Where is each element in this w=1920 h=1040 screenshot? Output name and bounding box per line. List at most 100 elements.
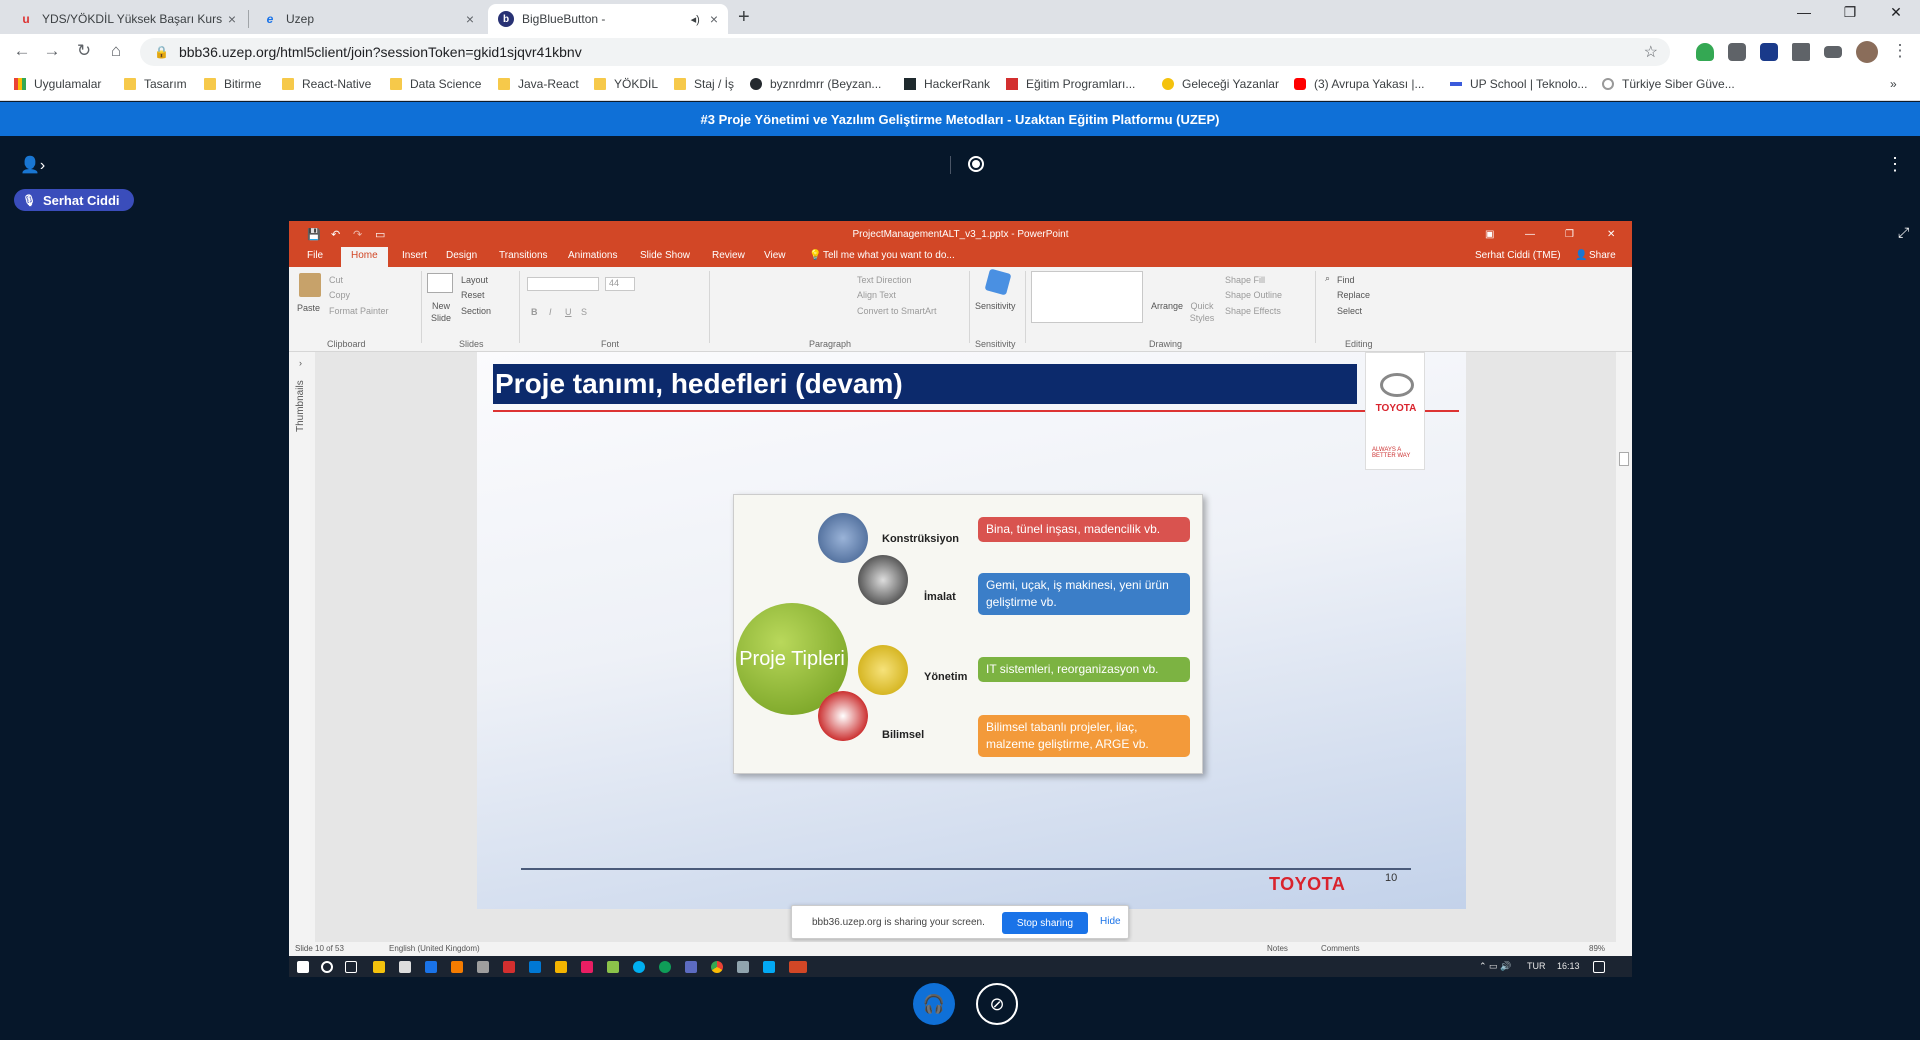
select-button[interactable]: Select [1337,306,1362,316]
home-icon[interactable]: ⌂ [104,41,128,61]
reload-icon[interactable]: ↻ [72,41,96,61]
close-tab-icon[interactable]: × [710,11,718,27]
text-direction-button[interactable]: Text Direction [857,275,912,285]
recording-icon[interactable] [968,156,984,172]
windows-start-icon[interactable] [297,961,309,973]
ie-icon[interactable] [425,961,437,973]
close-window-icon[interactable]: ✕ [1876,4,1916,21]
tab-slide-show[interactable]: Slide Show [640,250,690,261]
sensitivity-icon[interactable] [984,268,1012,296]
slide-title[interactable]: Proje tanımı, hedefleri (devam) [493,364,1357,404]
calendar-extension-icon[interactable] [1760,43,1778,61]
bold-button[interactable]: B [531,307,538,317]
find-button[interactable]: Find [1337,275,1355,285]
forward-icon[interactable]: → [40,41,64,61]
search-icon[interactable] [321,961,333,973]
extensions-puzzle-icon[interactable] [1792,43,1810,61]
paste-icon[interactable] [299,273,321,297]
bookmark-folder[interactable]: React-Native [282,77,371,91]
share-screen-off-button[interactable]: ⊘ [976,983,1018,1025]
bookmark-apps[interactable]: Uygulamalar [14,77,101,91]
new-slide-icon[interactable] [427,273,453,293]
file-explorer-icon[interactable] [373,961,385,973]
tab-animations[interactable]: Animations [568,250,617,261]
format-painter-button[interactable]: Format Painter [329,306,389,316]
bookmark-folder[interactable]: YÖKDİL [594,77,658,91]
new-tab-button[interactable]: + [738,6,750,29]
filezilla-icon[interactable] [503,961,515,973]
app-icon[interactable] [581,961,593,973]
zoom-level[interactable]: 89% [1589,944,1605,953]
close-tab-icon[interactable]: × [466,11,474,27]
audio-headphones-button[interactable]: 🎧 [913,983,955,1025]
shape-fill-button[interactable]: Shape Fill [1225,275,1265,285]
fullscreen-icon[interactable]: ⤢ [1898,224,1909,241]
bookmark-folder[interactable]: Java-React [498,77,579,91]
redo-icon[interactable]: ↷ [353,228,362,241]
more-bookmarks-icon[interactable]: » [1890,77,1897,91]
shadow-button[interactable]: S [581,307,587,317]
bookmark-egitim[interactable]: Eğitim Programları... [1006,77,1135,91]
present-icon[interactable]: ▭ [375,228,385,241]
user-list-toggle-icon[interactable]: 👤› [20,155,45,175]
reset-button[interactable]: Reset [461,290,485,300]
italic-button[interactable]: I [549,307,552,317]
pp-restore-icon[interactable]: ❐ [1565,229,1574,240]
app-icon[interactable] [763,961,775,973]
restore-icon[interactable]: ❐ [1830,4,1870,21]
comments-button[interactable]: Comments [1321,944,1360,953]
skype-icon[interactable] [633,961,645,973]
chrome-menu-icon[interactable]: ⋮ [1888,41,1912,61]
shape-outline-button[interactable]: Shape Outline [1225,290,1282,300]
bookmark-siber[interactable]: Türkiye Siber Güve... [1602,77,1735,91]
stop-sharing-button[interactable]: Stop sharing [1002,912,1088,934]
bookmark-github[interactable]: byznrdmrr (Beyzan... [750,77,881,91]
convert-smartart-button[interactable]: Convert to SmartArt [857,306,937,316]
clock[interactable]: 16:13 [1557,961,1580,971]
new-slide-button[interactable]: New Slide [425,301,457,324]
shapes-gallery[interactable] [1031,271,1143,323]
notes-button[interactable]: Notes [1267,944,1288,953]
bookmark-folder[interactable]: Staj / İş [674,77,734,91]
project-types-diagram[interactable]: Proje Tipleri Konstrüksiyon İmalat Yönet… [733,494,1203,774]
layout-button[interactable]: Layout [461,275,488,285]
outlook-icon[interactable] [529,961,541,973]
shield-extension-icon[interactable] [1696,43,1714,61]
undo-icon[interactable]: ↶ [331,228,340,241]
app-icon[interactable] [607,961,619,973]
tray-icons[interactable]: ⌃ ▭ 🔊 [1479,961,1511,972]
app-icon[interactable] [685,961,697,973]
tab-review[interactable]: Review [712,250,745,261]
powerpoint-taskbar-icon[interactable] [789,961,807,973]
pp-close-icon[interactable]: ✕ [1607,229,1615,240]
notifications-icon[interactable] [1593,961,1605,973]
address-bar[interactable]: 🔒 bbb36.uzep.org/html5client/join?sessio… [140,38,1670,66]
video-extension-icon[interactable] [1728,43,1746,61]
bookmark-youtube[interactable]: (3) Avrupa Yakası |... [1294,77,1425,91]
align-text-button[interactable]: Align Text [857,290,896,300]
bookmark-folder[interactable]: Data Science [390,77,481,91]
reading-list-icon[interactable] [1824,46,1842,58]
bookmark-folder[interactable]: Tasarım [124,77,187,91]
copy-button[interactable]: Copy [329,290,350,300]
close-tab-icon[interactable]: × [228,11,236,27]
bookmark-upschool[interactable]: UP School | Teknolo... [1450,77,1587,91]
tab-file[interactable]: File [307,250,323,261]
app-icon[interactable] [737,961,749,973]
minimize-icon[interactable]: — [1784,4,1824,20]
store-icon[interactable] [399,961,411,973]
app-icon[interactable] [477,961,489,973]
tab-uzep[interactable]: e Uzep × [252,4,484,34]
task-view-icon[interactable] [345,961,357,973]
share-button[interactable]: Share [1589,250,1616,261]
arrange-button[interactable]: Arrange [1151,301,1183,311]
scroll-thumb[interactable] [1619,452,1629,466]
profile-avatar[interactable] [1856,41,1878,63]
tab-design[interactable]: Design [446,250,477,261]
back-icon[interactable]: ← [10,41,34,61]
bookmark-hackerrank[interactable]: HackerRank [904,77,990,91]
font-name-box[interactable] [527,277,599,291]
bookmark-gelecegi-yazanlar[interactable]: Geleceği Yazanlar [1162,77,1279,91]
sensitivity-button[interactable]: Sensitivity [975,301,1016,311]
paste-button[interactable]: Paste [297,303,320,313]
